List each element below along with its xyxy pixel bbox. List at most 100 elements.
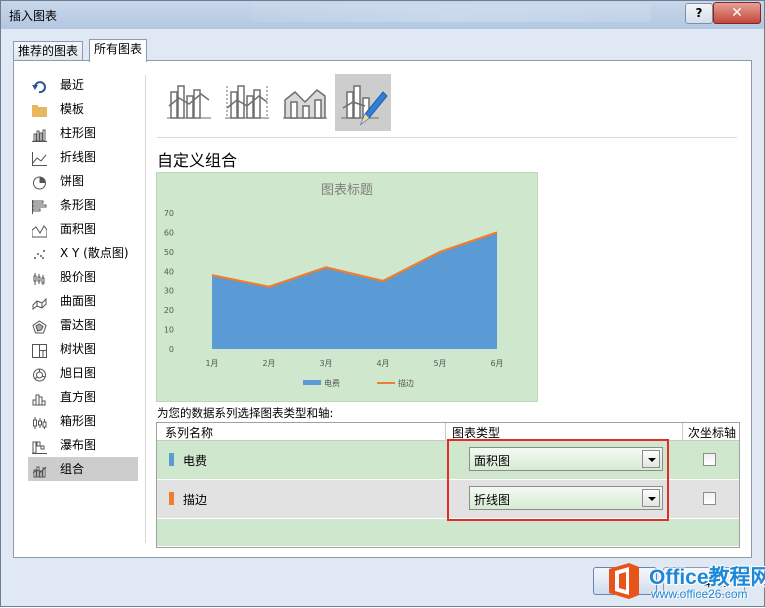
sidebar-item[interactable]: 树状图 — [28, 337, 138, 361]
sidebar-divider — [145, 75, 146, 543]
office-logo-icon — [605, 561, 645, 601]
surface-chart-icon — [32, 294, 47, 308]
sidebar-item[interactable]: 柱形图 — [28, 121, 138, 145]
y-tick-label: 10 — [164, 326, 174, 335]
scatter-chart-icon — [32, 246, 47, 260]
col-header-secondary-axis: 次坐标轴 — [688, 424, 736, 441]
sidebar-item-label: 旭日图 — [60, 366, 96, 380]
watermark-url: www.office26.com — [651, 587, 748, 601]
sidebar-item[interactable]: 最近 — [28, 73, 138, 97]
combo-area-column-thumb[interactable] — [277, 74, 333, 131]
chart-preview: 图表标题0102030405060701月2月3月4月5月6月电费描边 — [156, 172, 538, 402]
column-chart-icon — [32, 126, 47, 140]
highlight-annotation — [447, 439, 669, 521]
sidebar-item[interactable]: 组合 — [28, 457, 138, 481]
sidebar-item-label: 组合 — [60, 462, 84, 476]
stock-chart-icon — [32, 270, 47, 284]
sidebar-item[interactable]: 条形图 — [28, 193, 138, 217]
x-tick-label: 2月 — [262, 359, 275, 368]
y-tick-label: 70 — [164, 209, 174, 218]
sidebar-item[interactable]: 直方图 — [28, 385, 138, 409]
sidebar-item-label: 瀑布图 — [60, 438, 96, 452]
sidebar-item-label: 箱形图 — [60, 414, 96, 428]
sidebar-item-label: 曲面图 — [60, 294, 96, 308]
sidebar-item-label: 条形图 — [60, 198, 96, 212]
col-separator — [445, 423, 446, 440]
y-tick-label: 40 — [164, 267, 174, 276]
legend-label: 描边 — [398, 378, 414, 388]
sidebar-item-label: 面积图 — [60, 222, 96, 236]
y-tick-label: 50 — [164, 248, 174, 257]
treemap-chart-icon — [32, 342, 47, 356]
title-bar-backdrop — [251, 4, 651, 22]
line-chart-icon — [32, 150, 47, 164]
sidebar-item-label: 最近 — [60, 78, 84, 92]
col-header-series-name: 系列名称 — [165, 424, 213, 441]
chart-preview-svg: 图表标题0102030405060701月2月3月4月5月6月电费描边 — [157, 173, 537, 401]
bar-chart-icon — [32, 198, 47, 212]
recent-icon — [32, 78, 47, 92]
sidebar-item[interactable]: 旭日图 — [28, 361, 138, 385]
secondary-axis-checkbox[interactable] — [703, 492, 716, 505]
radar-chart-icon — [32, 318, 47, 332]
sidebar-item[interactable]: 模板 — [28, 97, 138, 121]
sidebar-item-label: 股价图 — [60, 270, 96, 284]
sidebar-item-label: 饼图 — [60, 174, 84, 188]
sidebar-item[interactable]: 股价图 — [28, 265, 138, 289]
help-button[interactable]: ? — [685, 3, 713, 24]
sidebar-item-label: 折线图 — [60, 150, 96, 164]
folder-icon — [32, 102, 47, 116]
area-series-0 — [212, 232, 497, 349]
title-bar[interactable]: 插入图表 ? ✕ — [1, 1, 764, 29]
legend-swatch — [303, 380, 321, 385]
series-name: 电费 — [183, 452, 207, 469]
series-color-swatch — [169, 492, 174, 505]
sidebar-item[interactable]: 面积图 — [28, 217, 138, 241]
x-tick-label: 4月 — [376, 359, 389, 368]
series-prompt: 为您的数据系列选择图表类型和轴: — [157, 405, 333, 421]
x-tick-label: 3月 — [319, 359, 332, 368]
x-tick-label: 1月 — [205, 359, 218, 368]
section-title: 自定义组合 — [157, 147, 237, 171]
sidebar-item[interactable]: 雷达图 — [28, 313, 138, 337]
sidebar-item[interactable]: 饼图 — [28, 169, 138, 193]
sidebar-item-label: 柱形图 — [60, 126, 96, 140]
area-chart-icon — [32, 222, 47, 236]
y-tick-label: 20 — [164, 306, 174, 315]
combo-clustered-column-line-thumb[interactable] — [161, 74, 217, 131]
box-whisker-chart-icon — [32, 414, 47, 428]
sidebar-item[interactable]: 折线图 — [28, 145, 138, 169]
waterfall-chart-icon — [32, 438, 47, 452]
combo-column-line-secondary-thumb[interactable] — [219, 74, 275, 131]
sidebar-item[interactable]: 箱形图 — [28, 409, 138, 433]
combo-custom-thumb[interactable] — [335, 74, 391, 131]
combo-chart-icon — [32, 462, 47, 476]
y-tick-label: 30 — [164, 287, 174, 296]
sidebar-item-label: X Y (散点图) — [60, 246, 129, 260]
sidebar-item-label: 模板 — [60, 102, 84, 116]
sidebar-item[interactable]: 瀑布图 — [28, 433, 138, 457]
histogram-chart-icon — [32, 390, 47, 404]
sidebar-item[interactable]: X Y (散点图) — [28, 241, 138, 265]
tab-all-charts[interactable]: 所有图表 — [89, 39, 147, 62]
secondary-axis-checkbox[interactable] — [703, 453, 716, 466]
col-separator — [682, 423, 683, 440]
insert-chart-dialog: 插入图表 ? ✕ 推荐的图表 所有图表 最近模板柱形图折线图饼图条形图面积图 X … — [0, 0, 765, 607]
series-grid-empty-row — [157, 519, 739, 546]
y-tick-label: 60 — [164, 228, 174, 237]
x-tick-label: 6月 — [490, 359, 503, 368]
sidebar-item[interactable]: 曲面图 — [28, 289, 138, 313]
series-name: 描边 — [183, 491, 207, 508]
chart-type-sidebar: 最近模板柱形图折线图饼图条形图面积图 X Y (散点图) 股价图曲面图雷达图树状图旭… — [28, 73, 138, 481]
window-title: 插入图表 — [9, 7, 57, 24]
sunburst-chart-icon — [32, 366, 47, 380]
legend-label: 电费 — [324, 378, 340, 388]
sidebar-item-label: 直方图 — [60, 390, 96, 404]
watermark: Office教程网 www.office26.com — [601, 555, 765, 608]
tab-recommended-charts[interactable]: 推荐的图表 — [13, 41, 83, 61]
gallery-divider — [157, 137, 737, 138]
close-button[interactable]: ✕ — [713, 2, 761, 24]
sidebar-item-label: 雷达图 — [60, 318, 96, 332]
series-color-swatch — [169, 453, 174, 466]
pie-chart-icon — [32, 174, 47, 188]
